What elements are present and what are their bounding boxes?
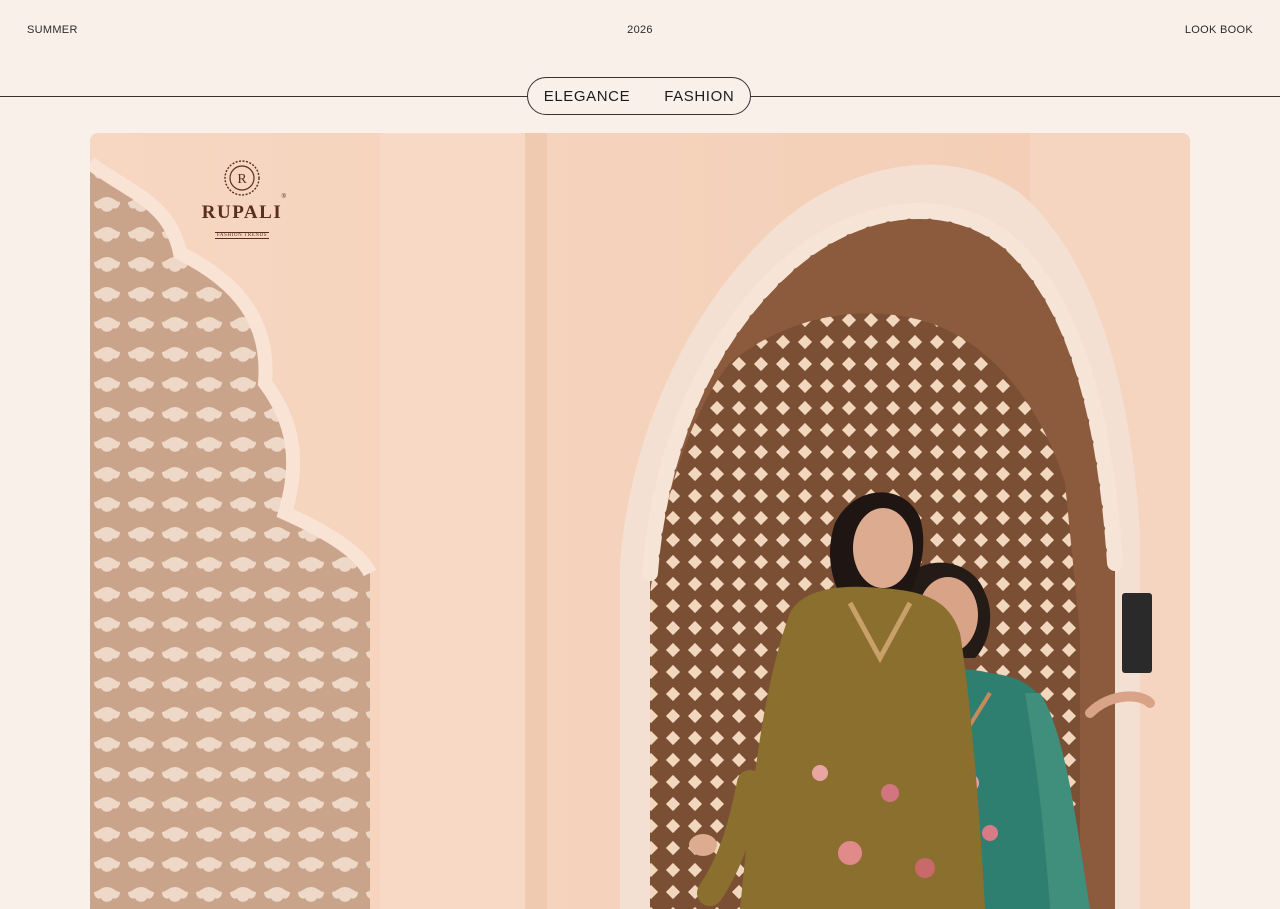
tagline-pill: ELEGANCE FASHION	[527, 77, 751, 115]
brand-logo: R RUPALI FASHION TRENDS ®	[196, 158, 288, 241]
lookbook-label: LOOK BOOK	[1184, 24, 1253, 36]
tagline-word-elegance: ELEGANCE	[543, 87, 631, 105]
hero-illustration	[90, 133, 1190, 909]
year-label: 2026	[627, 24, 653, 36]
hero-image	[90, 133, 1190, 909]
brand-subtitle: FASHION TRENDS	[214, 232, 270, 239]
top-bar: SUMMER 2026 LOOK BOOK	[0, 0, 1280, 60]
brand-name: RUPALI	[201, 202, 283, 223]
tagline-word-fashion: FASHION	[664, 87, 735, 105]
logo-monogram-letter: R	[237, 172, 247, 187]
trademark-symbol: ®	[281, 194, 286, 200]
logo-monogram-icon: R	[224, 160, 260, 196]
